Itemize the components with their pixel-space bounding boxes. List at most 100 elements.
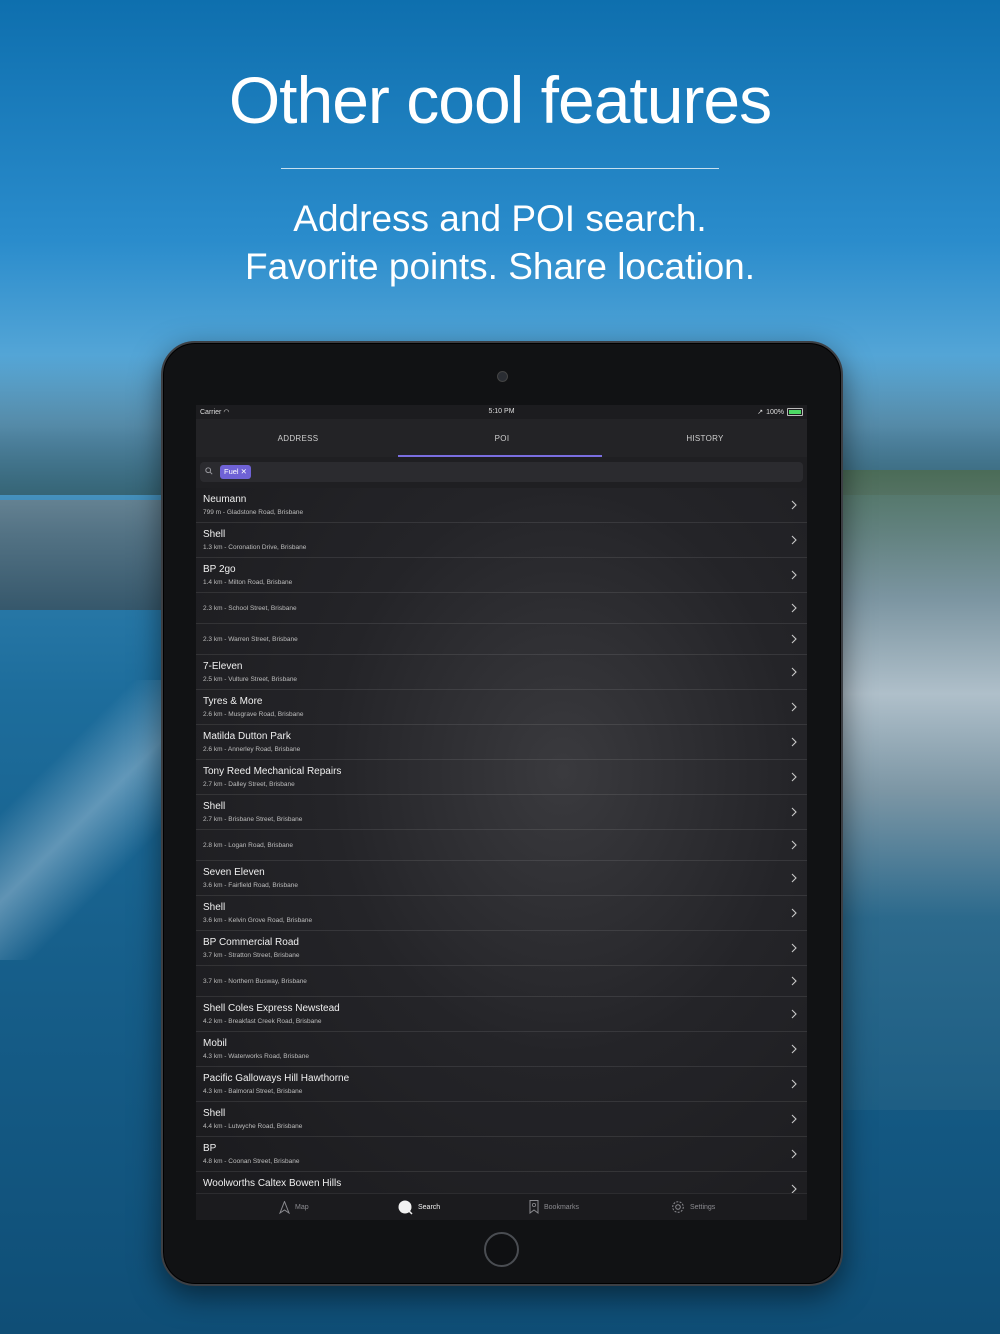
chevron-right-icon [791, 737, 797, 747]
result-name: Pacific Galloways Hill Hawthorne [203, 1073, 350, 1084]
result-detail: 1.4 km - Milton Road, Brisbane [203, 579, 293, 586]
result-row[interactable]: Shell 1.3 km - Coronation Drive, Brisbane [196, 523, 807, 558]
result-row[interactable]: Tyres & More 2.6 km - Musgrave Road, Bris… [196, 690, 807, 725]
tabbar-search-label: Search [418, 1203, 441, 1211]
result-detail: 4.2 km - Breakfast Creek Road, Brisbane [203, 1018, 322, 1025]
tabbar-map[interactable]: Map [279, 1194, 309, 1220]
background-boat-wake [0, 680, 165, 960]
result-name: Shell [203, 902, 226, 913]
result-row[interactable]: Seven Eleven 3.6 km - Fairfield Road, Bri… [196, 861, 807, 896]
result-detail: 2.7 km - Brisbane Street, Brisbane [203, 816, 303, 823]
search-bar: Fuel ✕ [196, 457, 807, 488]
result-row[interactable]: 2.3 km - Warren Street, Brisbane [196, 624, 807, 655]
result-row[interactable]: 2.8 km - Logan Road, Brisbane [196, 830, 807, 861]
result-row[interactable]: Neumann 799 m - Gladstone Road, Brisbane [196, 488, 807, 523]
result-row[interactable]: Shell 4.4 km - Lutwyche Road, Brisbane [196, 1102, 807, 1137]
result-detail: 2.3 km - Warren Street, Brisbane [203, 636, 298, 643]
result-row[interactable]: 3.7 km - Northern Busway, Brisbane [196, 966, 807, 997]
search-icon [398, 1200, 413, 1215]
result-name: Tony Reed Mechanical Repairs [203, 766, 342, 777]
result-detail: 2.7 km - Dalley Street, Brisbane [203, 781, 295, 788]
chevron-right-icon [791, 1079, 797, 1089]
chevron-right-icon [791, 1114, 797, 1124]
home-button[interactable] [484, 1232, 519, 1267]
result-detail: 4.4 km - Lutwyche Road, Brisbane [203, 1123, 303, 1130]
bottom-tab-bar: Map Search Bookmarks Settings [196, 1193, 807, 1220]
result-detail: 3.6 km - Fairfield Road, Brisbane [203, 882, 299, 889]
result-row[interactable]: 7-Eleven 2.5 km - Vulture Street, Brisban… [196, 655, 807, 690]
app-screen: Carrier ◠ 5:10 PM ↗ 100% ADDRESS POI HIS… [196, 405, 807, 1220]
result-row[interactable]: Woolworths Caltex Bowen Hills4.8 km - Ab… [196, 1172, 807, 1194]
result-detail: 4.3 km - Balmoral Street, Brisbane [203, 1088, 303, 1095]
tabbar-bookmarks-label: Bookmarks [544, 1203, 580, 1211]
result-detail: 2.6 km - Annerley Road, Brisbane [203, 746, 301, 753]
results-list: Neumann 799 m - Gladstone Road, Brisbane S… [196, 488, 807, 1194]
chevron-right-icon [791, 535, 797, 545]
result-detail: 1.3 km - Coronation Drive, Brisbane [203, 544, 307, 551]
result-name: BP [203, 1143, 217, 1154]
result-name: BP 2go [203, 564, 236, 575]
result-row[interactable]: Shell 2.7 km - Brisbane Street, Brisbane [196, 795, 807, 830]
battery-percent: 100% [766, 408, 784, 416]
location-arrow-icon: ↗ [757, 409, 764, 416]
result-name: Neumann [203, 494, 247, 505]
bookmark-icon [529, 1200, 539, 1214]
battery-icon [787, 408, 803, 416]
chevron-right-icon [791, 807, 797, 817]
result-row[interactable]: Shell 3.6 km - Kelvin Grove Road, Brisban… [196, 896, 807, 931]
chevron-right-icon [791, 908, 797, 918]
result-name: Seven Eleven [203, 867, 265, 878]
result-name: Matilda Dutton Park [203, 731, 291, 742]
chevron-right-icon [791, 667, 797, 677]
tab-address[interactable]: ADDRESS [196, 419, 400, 457]
result-row[interactable]: BP 2go 1.4 km - Milton Road, Brisbane [196, 558, 807, 593]
chevron-right-icon [791, 1044, 797, 1054]
tabbar-settings[interactable]: Settings [671, 1194, 715, 1220]
result-row[interactable]: Pacific Galloways Hill Hawthorne 4.3 km -… [196, 1067, 807, 1102]
chevron-right-icon [791, 873, 797, 883]
result-row[interactable]: Mobil 4.3 km - Waterworks Road, Brisbane [196, 1032, 807, 1067]
filter-chip-fuel[interactable]: Fuel ✕ [220, 465, 251, 479]
result-name: Shell Coles Express Newstead [203, 1003, 340, 1014]
result-name: Tyres & More [203, 696, 263, 707]
hero-title: Other cool features [228, 63, 772, 137]
result-name: Mobil [203, 1038, 227, 1049]
result-name: Shell [203, 1108, 226, 1119]
tabbar-settings-label: Settings [690, 1203, 716, 1211]
result-row[interactable]: 2.3 km - School Street, Brisbane [196, 593, 807, 624]
result-row[interactable]: BP 4.8 km - Coonan Street, Brisbane [196, 1137, 807, 1172]
search-input[interactable]: Fuel ✕ [200, 462, 803, 482]
tabbar-search[interactable]: Search [398, 1194, 440, 1220]
result-detail: 4.3 km - Waterworks Road, Brisbane [203, 1053, 309, 1060]
background-marina-right [835, 470, 1000, 1110]
close-icon[interactable]: ✕ [241, 465, 247, 479]
tab-history[interactable]: HISTORY [603, 419, 807, 457]
chevron-right-icon [791, 772, 797, 782]
chevron-right-icon [791, 702, 797, 712]
chevron-right-icon [791, 500, 797, 510]
result-detail: 3.7 km - Northern Busway, Brisbane [203, 978, 307, 985]
hero-divider [281, 168, 719, 169]
front-camera [497, 371, 508, 382]
result-detail: 799 m - Gladstone Road, Brisbane [203, 509, 304, 516]
result-name: Woolworths Caltex Bowen Hills [203, 1178, 342, 1189]
chevron-right-icon [791, 1009, 797, 1019]
tabbar-bookmarks[interactable]: Bookmarks [529, 1194, 579, 1220]
result-row[interactable]: Tony Reed Mechanical Repairs 2.7 km - Dal… [196, 760, 807, 795]
result-row[interactable]: BP Commercial Road 3.7 km - Stratton Stre… [196, 931, 807, 966]
chevron-right-icon [791, 976, 797, 986]
result-row[interactable]: Shell Coles Express Newstead 4.2 km - Bre… [196, 997, 807, 1032]
filter-chip-label: Fuel [224, 467, 239, 476]
result-name: Shell [203, 529, 226, 540]
search-icon [205, 467, 213, 475]
result-row[interactable]: Matilda Dutton Park 2.6 km - Annerley Roa… [196, 725, 807, 760]
chevron-right-icon [791, 943, 797, 953]
result-detail: 2.6 km - Musgrave Road, Brisbane [203, 711, 304, 718]
result-detail: 3.7 km - Stratton Street, Brisbane [203, 952, 300, 959]
gear-icon [672, 1201, 684, 1213]
hero-subtitle-line-2: Favorite points. Share location. [244, 246, 756, 287]
result-detail: 2.3 km - School Street, Brisbane [203, 605, 297, 612]
tabbar-map-label: Map [295, 1203, 309, 1211]
result-detail: 4.8 km - Coonan Street, Brisbane [203, 1158, 300, 1165]
tab-poi[interactable]: POI [400, 419, 604, 457]
